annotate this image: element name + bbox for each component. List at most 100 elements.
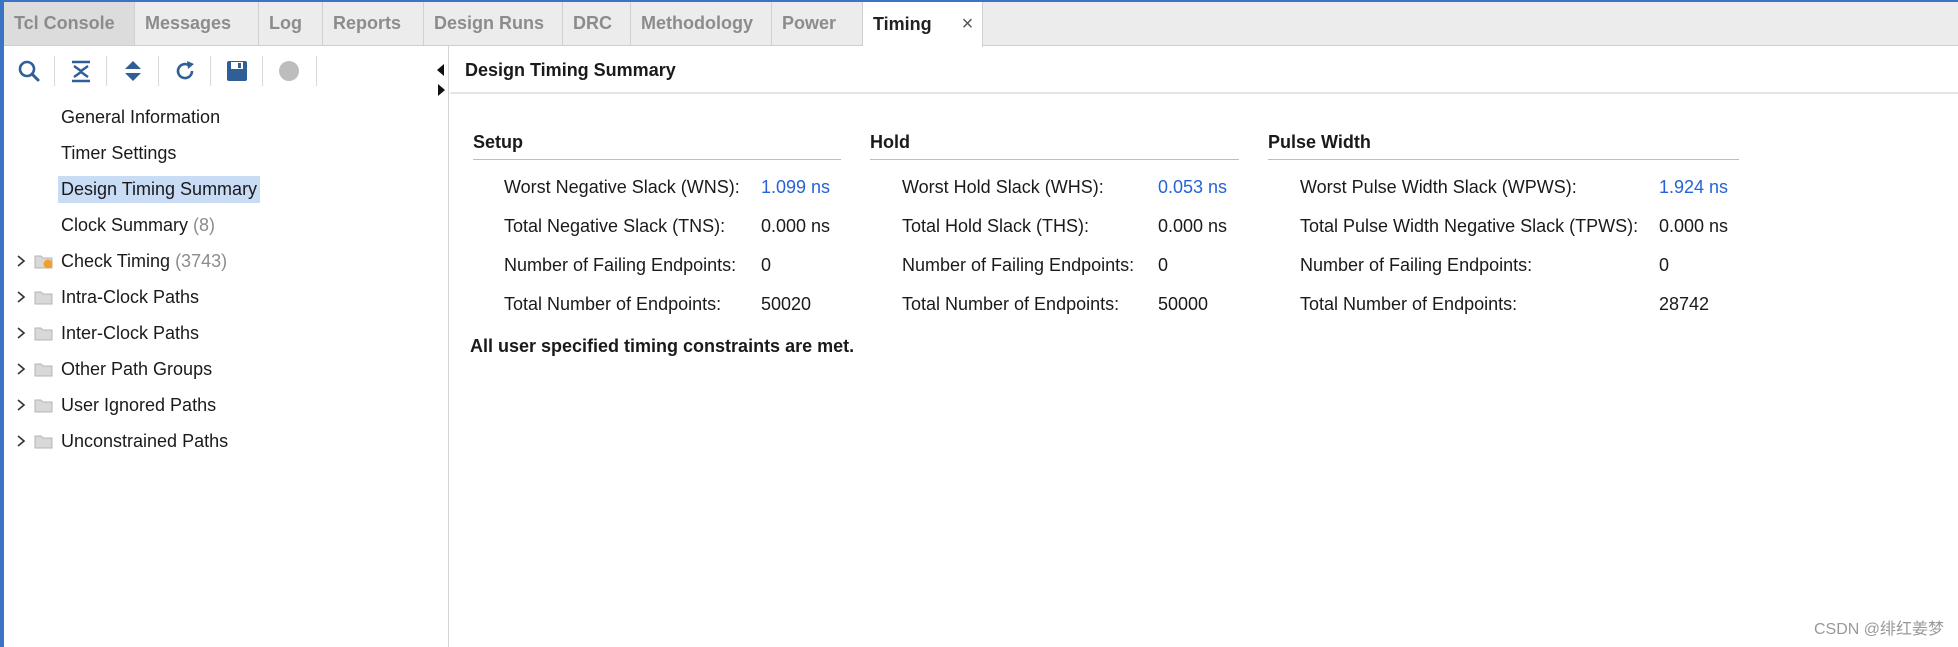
watermark: CSDN @绯红姜梦 <box>1813 621 1944 638</box>
hold-header: Hold <box>870 132 910 152</box>
timing-summary-pane: Design Timing Summary Setup Worst Negati… <box>450 46 1958 647</box>
hold-total-endpoints-value: 50000 <box>1158 294 1209 314</box>
tree-item-design-timing-summary[interactable]: Design Timing Summary <box>4 172 449 206</box>
pane-collapse-arrows[interactable] <box>436 62 446 98</box>
ths-label: Total Hold Slack (THS): <box>902 216 1090 236</box>
tab-design-runs[interactable]: Design Runs <box>424 2 563 45</box>
wns-label: Worst Negative Slack (WNS): <box>504 177 740 197</box>
tab-timing[interactable]: Timing × <box>863 2 983 47</box>
pulse-failing-endpoints-value: 0 <box>1659 255 1670 275</box>
pulse-total-endpoints-label: Total Number of Endpoints: <box>1300 294 1518 314</box>
pulse-failing-endpoints-label: Number of Failing Endpoints: <box>1300 255 1533 275</box>
search-icon[interactable] <box>16 58 42 84</box>
folder-icon <box>34 291 53 305</box>
pulse-width-divider <box>1268 159 1739 160</box>
setup-header: Setup <box>473 132 524 152</box>
tree-item-general-information[interactable]: General Information <box>4 100 449 134</box>
tab-power[interactable]: Power <box>772 2 863 45</box>
tree-item-text: Check Timing <box>61 250 171 271</box>
stop-icon[interactable] <box>276 58 302 84</box>
tpws-value: 0.000 ns <box>1659 216 1729 236</box>
toolbar-separator <box>106 56 107 86</box>
tree-item-label: Clock Summary (8) <box>58 212 218 239</box>
tab-drc[interactable]: DRC <box>563 2 631 45</box>
wpws-value-link[interactable]: 1.924 ns <box>1659 177 1728 198</box>
toolbar-separator <box>158 56 159 86</box>
setup-failing-endpoints-label: Number of Failing Endpoints: <box>504 255 737 275</box>
tree-item-inter-clock-paths[interactable]: Inter-Clock Paths <box>4 316 449 350</box>
tree-item-label: Design Timing Summary <box>58 175 261 203</box>
tab-label: Tcl Console <box>14 13 115 33</box>
tree-item-label: Timer Settings <box>61 142 177 163</box>
folder-warning-icon <box>34 255 53 269</box>
tab-log[interactable]: Log <box>259 2 323 45</box>
toolbar-separator <box>262 56 263 86</box>
chevron-right-icon[interactable] <box>14 362 28 376</box>
tpws-label: Total Pulse Width Negative Slack (TPWS): <box>1300 216 1639 236</box>
pane-title-bar: Design Timing Summary <box>450 46 1958 94</box>
tree-item-timer-settings[interactable]: Timer Settings <box>4 136 449 170</box>
toolbar <box>4 46 449 96</box>
whs-label: Worst Hold Slack (WHS): <box>902 177 1104 197</box>
folder-icon <box>34 363 53 377</box>
tab-label: Design Runs <box>434 13 545 33</box>
page-title: Design Timing Summary <box>465 60 676 80</box>
tab-label: Power <box>782 13 837 33</box>
refresh-icon[interactable] <box>172 58 198 84</box>
tns-value: 0.000 ns <box>761 216 831 236</box>
tab-label: Methodology <box>641 13 753 33</box>
folder-icon <box>34 399 53 413</box>
setup-divider <box>473 159 841 160</box>
setup-total-endpoints-label: Total Number of Endpoints: <box>504 294 722 314</box>
hold-failing-endpoints-value: 0 <box>1158 255 1169 275</box>
tab-label: Timing <box>873 14 932 34</box>
pulse-total-endpoints-value: 28742 <box>1659 294 1710 314</box>
chevron-right-icon[interactable] <box>14 326 28 340</box>
tree-item-label: Intra-Clock Paths <box>61 286 200 307</box>
tns-label: Total Negative Slack (TNS): <box>504 216 726 236</box>
folder-icon <box>34 327 53 341</box>
tree-item-label: User Ignored Paths <box>61 394 217 415</box>
tree-item-text: Clock Summary <box>61 214 189 235</box>
chevron-right-icon[interactable] <box>14 398 28 412</box>
toolbar-separator <box>54 56 55 86</box>
tab-label: Log <box>269 13 302 33</box>
chevron-right-icon[interactable] <box>14 290 28 304</box>
tree-item-label: General Information <box>61 106 221 127</box>
tree-item-label: Other Path Groups <box>61 358 213 379</box>
close-icon[interactable]: × <box>962 13 974 36</box>
tree-item-label: Unconstrained Paths <box>61 430 229 451</box>
hold-failing-endpoints-label: Number of Failing Endpoints: <box>902 255 1135 275</box>
tab-label: DRC <box>573 13 612 33</box>
tab-bar: Tcl Console Messages Log Reports Design … <box>4 2 1958 47</box>
setup-failing-endpoints-value: 0 <box>761 255 772 275</box>
hold-total-endpoints-label: Total Number of Endpoints: <box>902 294 1120 314</box>
chevron-right-icon[interactable] <box>14 254 28 268</box>
hold-divider <box>870 159 1239 160</box>
tab-messages[interactable]: Messages <box>135 2 259 45</box>
tree-item-other-path-groups[interactable]: Other Path Groups <box>4 352 449 386</box>
tree-item-check-timing[interactable]: Check Timing (3743) <box>4 244 449 278</box>
tree-item-user-ignored-paths[interactable]: User Ignored Paths <box>4 388 449 422</box>
whs-value-link[interactable]: 0.053 ns <box>1158 177 1227 198</box>
wns-value-link[interactable]: 1.099 ns <box>761 177 830 198</box>
expand-all-icon[interactable] <box>120 58 146 84</box>
save-icon[interactable] <box>224 58 250 84</box>
toolbar-separator <box>210 56 211 86</box>
tree-item-clock-summary[interactable]: Clock Summary (8) <box>4 208 449 242</box>
tree-item-intra-clock-paths[interactable]: Intra-Clock Paths <box>4 280 449 314</box>
tree-item-count: (3743) <box>175 250 228 271</box>
tab-label: Messages <box>145 13 232 33</box>
setup-total-endpoints-value: 50020 <box>761 294 812 314</box>
chevron-right-icon[interactable] <box>14 434 28 448</box>
tree-item-label: Inter-Clock Paths <box>61 322 200 343</box>
tab-tcl-console[interactable]: Tcl Console <box>4 2 135 45</box>
tree-item-unconstrained-paths[interactable]: Unconstrained Paths <box>4 424 449 458</box>
toolbar-separator <box>316 56 317 86</box>
ths-value: 0.000 ns <box>1158 216 1228 236</box>
tab-reports[interactable]: Reports <box>323 2 424 45</box>
tab-methodology[interactable]: Methodology <box>631 2 772 45</box>
collapse-all-icon[interactable] <box>68 58 94 84</box>
folder-icon <box>34 435 53 449</box>
tree-item-label: Check Timing (3743) <box>58 248 230 275</box>
